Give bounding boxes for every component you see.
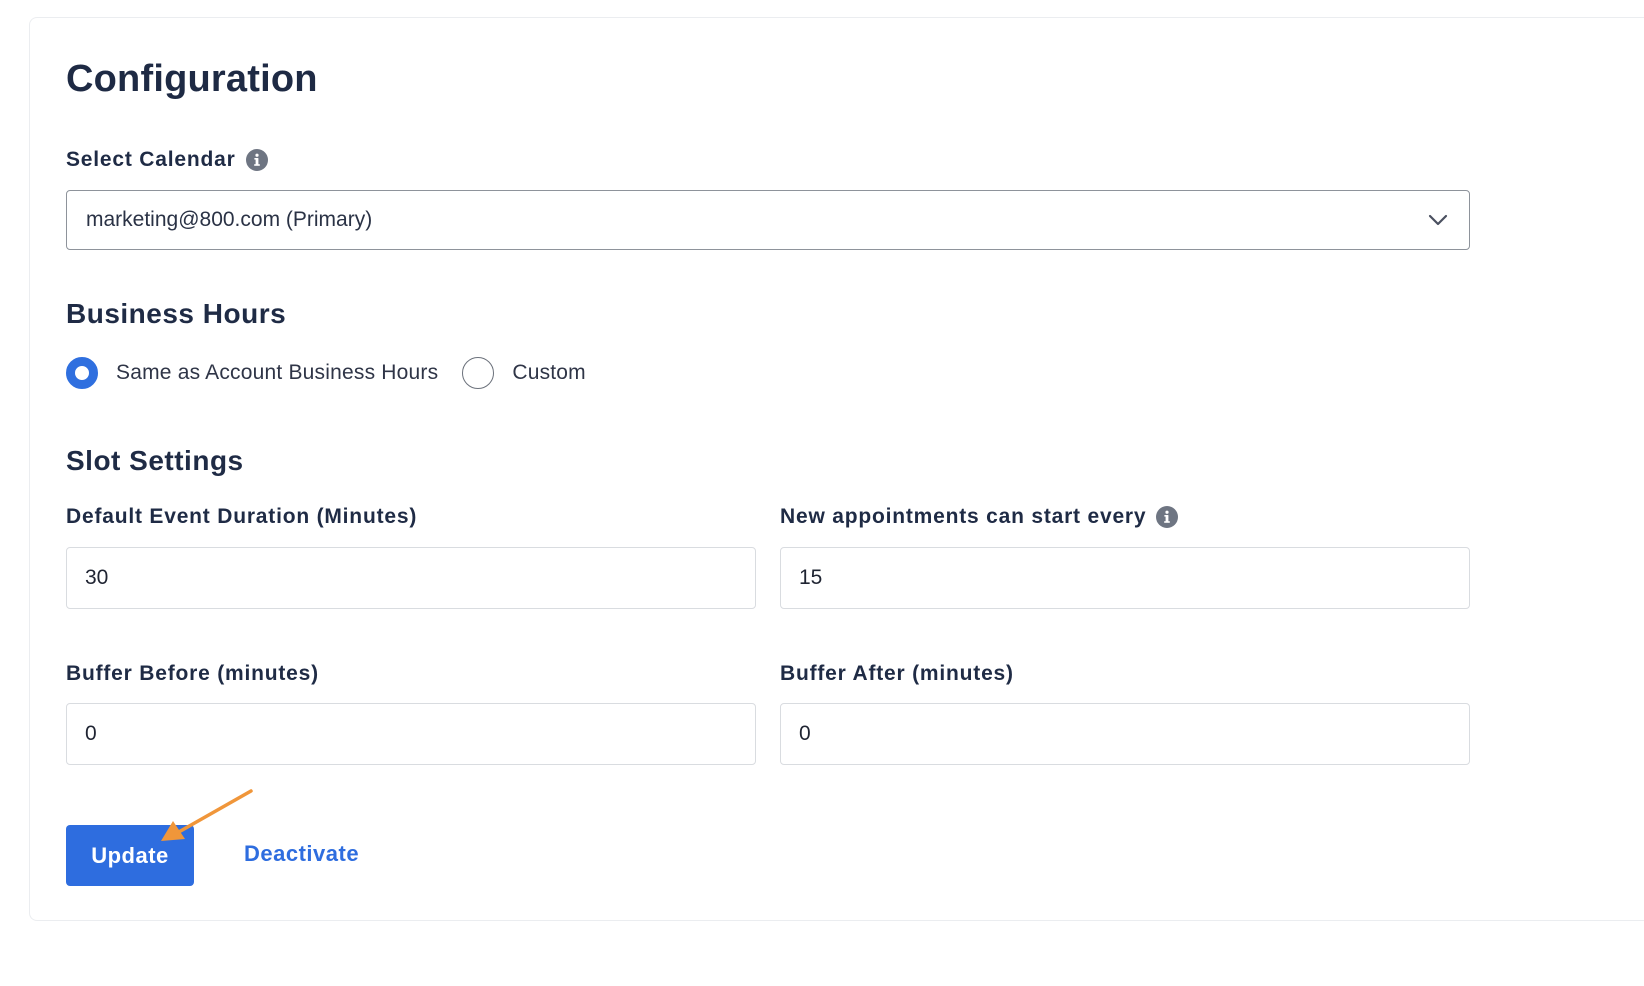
info-circle-icon[interactable] — [1156, 506, 1179, 528]
buffer-after-input[interactable] — [780, 703, 1470, 765]
buffer-after-label-row: Buffer After (minutes) — [780, 662, 1014, 686]
configuration-card — [29, 17, 1644, 921]
calendar-select-value: marketing@800.com (Primary) — [86, 208, 373, 231]
start-every-label-row: New appointments can start every — [780, 505, 1179, 529]
default-duration-label: Default Event Duration (Minutes) — [66, 505, 418, 528]
buffer-before-label-row: Buffer Before (minutes) — [66, 662, 319, 686]
business-hours-title: Business Hours — [66, 298, 287, 329]
radio-custom[interactable] — [462, 357, 495, 389]
page-title: Configuration — [66, 58, 318, 100]
calendar-select[interactable]: marketing@800.com (Primary) — [66, 190, 1470, 250]
buffer-before-label: Buffer Before (minutes) — [66, 662, 319, 685]
default-duration-label-row: Default Event Duration (Minutes) — [66, 505, 417, 529]
radio-same-as-account-label[interactable]: Same as Account Business Hours — [116, 361, 438, 385]
select-calendar-label: Select Calendar — [66, 148, 236, 171]
info-circle-icon[interactable] — [245, 149, 268, 171]
start-every-input[interactable] — [780, 547, 1470, 609]
radio-custom-label[interactable]: Custom — [512, 361, 586, 385]
buffer-after-label: Buffer After (minutes) — [780, 662, 1014, 685]
radio-same-as-account[interactable] — [66, 357, 98, 389]
default-duration-input[interactable] — [66, 547, 756, 609]
deactivate-link[interactable]: Deactivate — [244, 841, 359, 867]
business-hours-options: Same as Account Business Hours Custom — [66, 357, 610, 389]
slot-settings-title: Slot Settings — [66, 445, 244, 476]
start-every-label: New appointments can start every — [780, 505, 1147, 528]
chevron-down-icon — [1428, 214, 1448, 226]
select-calendar-label-row: Select Calendar — [66, 148, 268, 172]
update-button[interactable]: Update — [66, 825, 194, 886]
buffer-before-input[interactable] — [66, 703, 756, 765]
